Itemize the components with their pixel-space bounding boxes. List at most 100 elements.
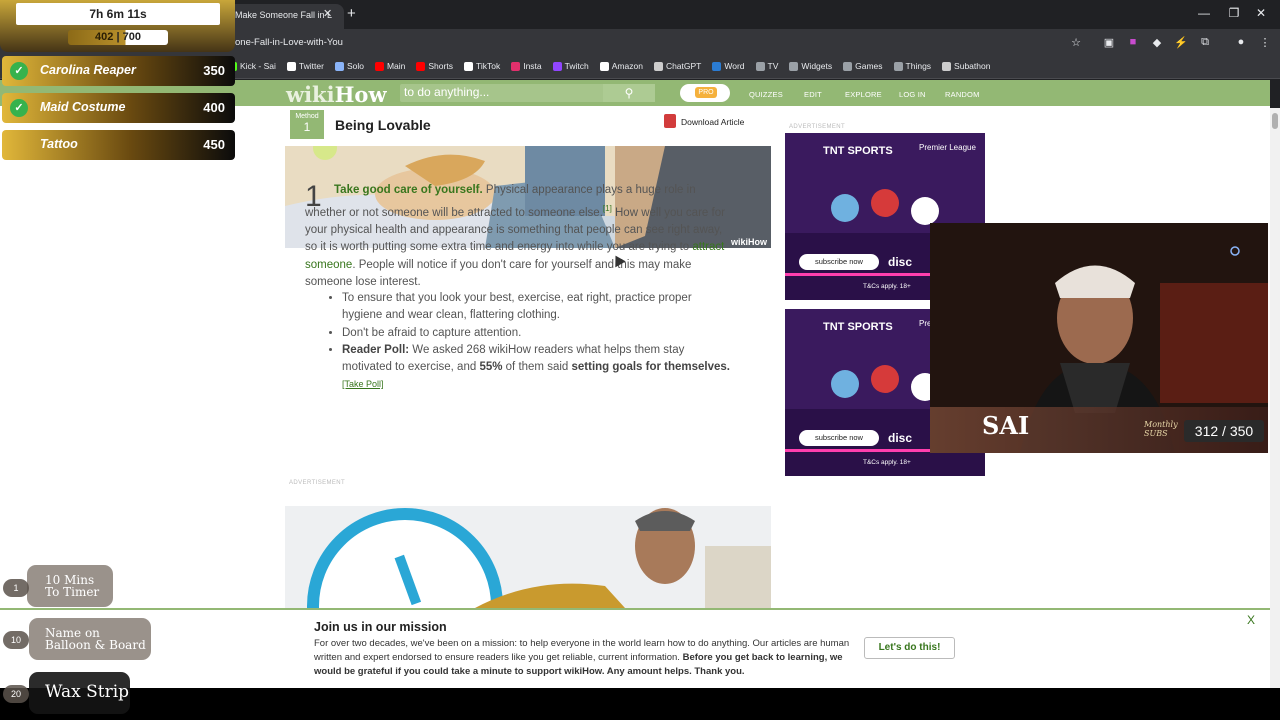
bookmark-item[interactable]: Main bbox=[374, 61, 406, 71]
list-item: Don't be afraid to capture attention. bbox=[342, 325, 732, 342]
bookmark-item[interactable]: Twitch bbox=[552, 61, 589, 71]
method-label: Method bbox=[295, 113, 319, 120]
tab-close-icon[interactable]: ✕ bbox=[323, 7, 332, 20]
subs-label: Monthly SUBS bbox=[1144, 420, 1178, 438]
check-icon: ✓ bbox=[10, 99, 28, 117]
folder-icon bbox=[789, 61, 799, 71]
reward-pill: 10 Mins To Timer bbox=[27, 565, 113, 607]
goal-label: Carolina Reaper bbox=[40, 63, 136, 77]
ad-terms: T&Cs apply. 18+ bbox=[863, 459, 911, 466]
youtube-icon bbox=[416, 61, 426, 71]
goal-row: ✓ Carolina Reaper 350 bbox=[2, 56, 235, 86]
bookmark-label: Subathon bbox=[954, 61, 991, 71]
lets-do-this-button[interactable]: Let's do this! bbox=[864, 637, 955, 659]
nav-edit[interactable]: EDIT bbox=[804, 90, 822, 99]
bookmark-item[interactable]: Word bbox=[712, 61, 745, 71]
bookmark-item[interactable]: TV bbox=[755, 61, 778, 71]
bookmark-item[interactable]: Things bbox=[893, 61, 931, 71]
folder-icon bbox=[893, 61, 903, 71]
bookmark-label: Word bbox=[724, 61, 745, 71]
banner-close-icon[interactable]: X bbox=[1247, 613, 1255, 627]
instagram-icon bbox=[511, 61, 521, 71]
wikihow-logo[interactable]: wikiHow bbox=[286, 82, 387, 107]
bookmark-label: Kick - Sai bbox=[240, 61, 276, 71]
extension-icon[interactable]: ◆ bbox=[1150, 36, 1164, 49]
restore-icon[interactable]: ❐ bbox=[1227, 6, 1241, 20]
nav-random[interactable]: RANDOM bbox=[945, 90, 980, 99]
poll-text: of them said bbox=[502, 361, 572, 373]
step-tips-list: To ensure that you look your best, exerc… bbox=[342, 290, 732, 394]
goal-label: Maid Costume bbox=[40, 100, 126, 114]
saxophone-illustration bbox=[285, 506, 771, 688]
bookmark-label: Games bbox=[855, 61, 883, 71]
subs-label-line: Monthly bbox=[1144, 420, 1178, 429]
ad-brand: TNT SPORTS bbox=[823, 145, 893, 157]
bookmark-label: Twitter bbox=[298, 61, 324, 71]
logo-how-text: How bbox=[334, 82, 387, 107]
ad-disc-text: disc bbox=[888, 431, 913, 445]
reward-pill: Wax Strip bbox=[29, 672, 130, 714]
pdf-icon bbox=[664, 114, 676, 128]
nav-quizzes[interactable]: QUIZZES bbox=[749, 90, 783, 99]
reference-link[interactable]: [1] bbox=[603, 204, 612, 213]
bookmark-item[interactable]: Shorts bbox=[416, 61, 453, 71]
reward-label: Name on Balloon & Board bbox=[45, 626, 146, 652]
step-text-3: . People will notice if you don't care f… bbox=[305, 258, 692, 289]
browser-menu-icon[interactable]: ⋮ bbox=[1258, 36, 1272, 49]
extension-icon[interactable]: ⚡ bbox=[1174, 36, 1188, 49]
step-text: Take good care of yourself. Physical app… bbox=[305, 182, 735, 292]
window-close-icon[interactable]: ✕ bbox=[1254, 6, 1268, 20]
banner-body: For over two decades, we've been on a mi… bbox=[314, 637, 854, 679]
bookmark-label: Main bbox=[386, 61, 406, 71]
youtube-icon bbox=[374, 61, 384, 71]
bookmark-item[interactable]: Widgets bbox=[789, 61, 832, 71]
sub-goal-bar: 402 | 700 bbox=[68, 30, 168, 45]
bookmark-item[interactable]: Solo bbox=[334, 61, 364, 71]
sub-goal-target: 700 bbox=[122, 31, 141, 43]
ad-brand: TNT SPORTS bbox=[823, 321, 893, 333]
bookmark-label: Shorts bbox=[428, 61, 453, 71]
twitch-icon bbox=[552, 61, 562, 71]
folder-icon bbox=[755, 61, 765, 71]
extension-icon[interactable]: ■ bbox=[1126, 36, 1140, 48]
url-field[interactable]: one-Fall-in-Love-with-You bbox=[235, 37, 343, 48]
search-icon: ⚲ bbox=[624, 86, 634, 100]
download-article-button[interactable]: Download Article bbox=[660, 110, 768, 132]
sub-goal-separator: | bbox=[113, 31, 123, 43]
extension-icon[interactable]: ▣ bbox=[1102, 36, 1116, 49]
new-tab-icon[interactable]: + bbox=[347, 5, 356, 22]
page-scrollbar[interactable] bbox=[1270, 108, 1280, 688]
extensions-puzzle-icon[interactable]: ⧉ bbox=[1198, 36, 1212, 49]
ad-subscribe-button[interactable]: subscribe now bbox=[799, 430, 879, 446]
bookmark-item[interactable]: Insta bbox=[511, 61, 542, 71]
folder-icon bbox=[843, 61, 853, 71]
bookmark-item[interactable]: ChatGPT bbox=[653, 61, 701, 71]
nav-explore[interactable]: EXPLORE bbox=[845, 90, 882, 99]
ad-subscribe-button[interactable]: subscribe now bbox=[799, 254, 879, 270]
chatgpt-icon bbox=[653, 61, 663, 71]
bookmark-item[interactable]: Twitter bbox=[286, 61, 324, 71]
minimize-icon[interactable]: — bbox=[1197, 6, 1211, 20]
sub-goal-current: 402 bbox=[95, 31, 114, 43]
take-poll-link[interactable]: [Take Poll] bbox=[342, 379, 384, 389]
search-button[interactable]: ⚲ bbox=[603, 84, 655, 102]
bookmark-item[interactable]: TikTok bbox=[463, 61, 500, 71]
bookmark-item[interactable]: Kick - Sai bbox=[228, 61, 276, 71]
bookmark-item[interactable]: Amazon bbox=[599, 61, 643, 71]
goal-row: Tattoo 450 bbox=[2, 130, 235, 160]
nav-login[interactable]: LOG IN bbox=[899, 90, 926, 99]
subathon-timer: 7h 6m 11s bbox=[16, 3, 220, 25]
bookmarks-list: Kick - Sai Twitter Solo Main Shorts TikTok Ins… bbox=[228, 61, 990, 71]
logo-wiki-text: wiki bbox=[286, 82, 335, 107]
step-bold-link[interactable]: Take good care bbox=[334, 184, 418, 196]
goal-value: 400 bbox=[203, 100, 225, 115]
word-icon bbox=[712, 61, 722, 71]
bookmark-item[interactable]: Games bbox=[843, 61, 883, 71]
ad-terms: T&Cs apply. 18+ bbox=[863, 283, 911, 290]
profile-avatar-icon[interactable]: ● bbox=[1234, 36, 1248, 48]
poll-percent: 55% bbox=[479, 361, 503, 373]
bookmark-star-icon[interactable]: ☆ bbox=[1069, 36, 1083, 49]
bookmark-item[interactable]: Subathon bbox=[942, 61, 990, 71]
tiktok-icon bbox=[463, 61, 473, 71]
scrollbar-thumb[interactable] bbox=[1272, 113, 1278, 129]
